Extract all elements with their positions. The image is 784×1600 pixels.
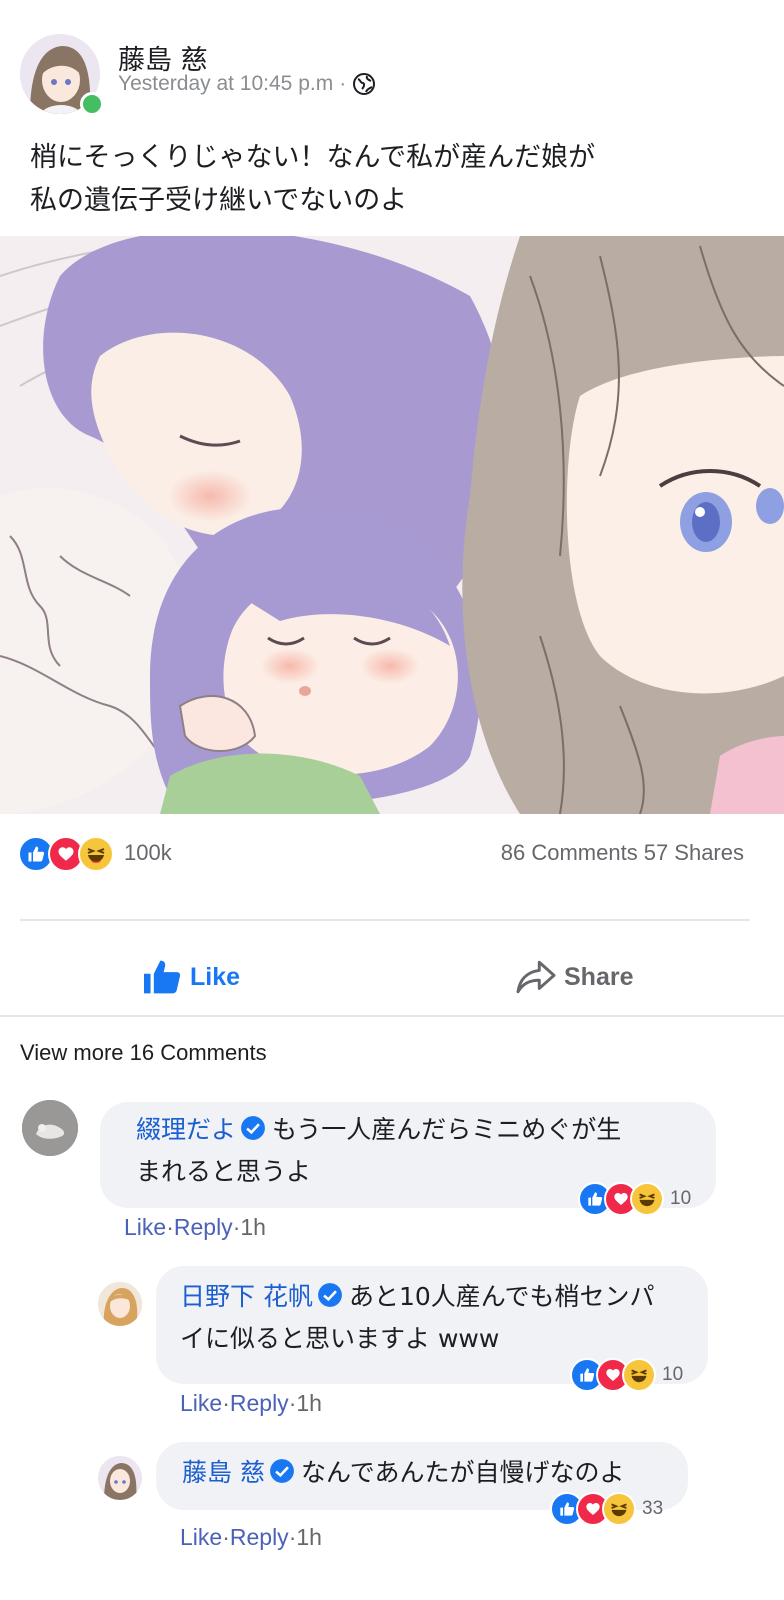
post-text-line: 私の遺伝子受け継いでないのよ bbox=[30, 185, 408, 216]
commenter-name[interactable]: 綴理だよ bbox=[136, 1115, 236, 1144]
comment-reaction-count: 33 bbox=[642, 1498, 664, 1519]
comment-reactions[interactable]: 33 bbox=[550, 1492, 663, 1526]
comment-reactions[interactable]: 10 bbox=[570, 1358, 683, 1392]
comment-time: 1h bbox=[296, 1524, 322, 1550]
online-status-dot bbox=[80, 92, 104, 116]
share-icon bbox=[516, 960, 556, 994]
view-more-comments-link[interactable]: View more 16 Comments bbox=[20, 1040, 267, 1066]
avatar-illustration bbox=[98, 1282, 142, 1326]
haha-reaction-icon bbox=[602, 1492, 636, 1526]
comment-text: 綴理だよ もう一人産んだらミニめぐが生 まれると思うよ bbox=[136, 1109, 696, 1193]
comment-actions: Like·Reply·1h bbox=[180, 1390, 322, 1416]
share-button-label: Share bbox=[564, 962, 634, 991]
shares-count-link[interactable]: 57 Shares bbox=[644, 840, 744, 866]
comment-line: あと10人産んでも梢センパ bbox=[348, 1282, 655, 1311]
commenter-avatar[interactable] bbox=[98, 1456, 142, 1500]
post-image[interactable] bbox=[0, 236, 784, 814]
comment-reactions[interactable]: 10 bbox=[578, 1182, 691, 1216]
comment-line: もう一人産んだらミニめぐが生 bbox=[272, 1115, 622, 1144]
verified-badge-icon bbox=[270, 1459, 294, 1483]
like-button-label: Like bbox=[190, 962, 241, 991]
avatar-illustration bbox=[98, 1456, 142, 1500]
divider bbox=[20, 919, 750, 921]
comment-actions: Like·Reply·1h bbox=[180, 1524, 322, 1550]
commenter-avatar[interactable] bbox=[98, 1282, 142, 1326]
comment-time: 1h bbox=[296, 1390, 322, 1416]
comment-like-link[interactable]: Like bbox=[124, 1214, 166, 1240]
comment-like-link[interactable]: Like bbox=[180, 1524, 222, 1550]
post-timestamp[interactable]: Yesterday at 10:45 p.m bbox=[118, 72, 333, 96]
comment-text: 日野下 花帆 あと10人産んでも梢センパ イに似ると思いますよ www bbox=[180, 1276, 700, 1360]
comment-line: イに似ると思いますよ www bbox=[180, 1324, 500, 1353]
divider bbox=[0, 1015, 784, 1017]
thumbs-up-icon bbox=[144, 960, 181, 994]
illustration-mother-baby-woman bbox=[0, 236, 784, 814]
comment-time: 1h bbox=[240, 1214, 266, 1240]
haha-reaction-icon bbox=[78, 836, 114, 872]
globe-icon bbox=[353, 73, 376, 95]
share-button[interactable]: Share bbox=[516, 954, 633, 1000]
comment-actions: Like·Reply·1h bbox=[124, 1214, 266, 1240]
comment-text: 藤島 慈 なんであんたが自慢げなのよ bbox=[182, 1452, 682, 1494]
comment-reply-link[interactable]: Reply bbox=[230, 1390, 289, 1416]
commenter-name[interactable]: 藤島 慈 bbox=[182, 1458, 265, 1487]
avatar-photo-icon bbox=[22, 1100, 78, 1156]
post-text: 梢にそっくりじゃない！なんで私が産んだ娘が 私の遺伝子受け継いでないのよ bbox=[30, 136, 750, 222]
reaction-icons[interactable] bbox=[18, 836, 114, 872]
haha-reaction-icon bbox=[622, 1358, 656, 1392]
comment-reply-link[interactable]: Reply bbox=[230, 1524, 289, 1550]
post-stats: 86 Comments 57 Shares bbox=[501, 840, 744, 866]
comment-like-link[interactable]: Like bbox=[180, 1390, 222, 1416]
comment-reply-link[interactable]: Reply bbox=[174, 1214, 233, 1240]
verified-badge-icon bbox=[318, 1283, 342, 1307]
commenter-name[interactable]: 日野下 花帆 bbox=[180, 1282, 313, 1311]
comments-count-link[interactable]: 86 Comments bbox=[501, 840, 638, 866]
post-text-line: 梢にそっくりじゃない！なんで私が産んだ娘が bbox=[30, 142, 596, 173]
comment-line: なんであんたが自慢げなのよ bbox=[300, 1458, 625, 1487]
comment-reaction-count: 10 bbox=[662, 1364, 684, 1385]
meta-separator: · bbox=[339, 72, 347, 95]
haha-reaction-icon bbox=[630, 1182, 664, 1216]
verified-badge-icon bbox=[241, 1116, 265, 1140]
like-button[interactable]: Like bbox=[142, 954, 240, 1000]
post-meta: Yesterday at 10:45 p.m · bbox=[118, 72, 376, 96]
commenter-avatar[interactable] bbox=[22, 1100, 78, 1156]
comment-reaction-count: 10 bbox=[670, 1188, 692, 1209]
reaction-count[interactable]: 100k bbox=[124, 840, 172, 866]
